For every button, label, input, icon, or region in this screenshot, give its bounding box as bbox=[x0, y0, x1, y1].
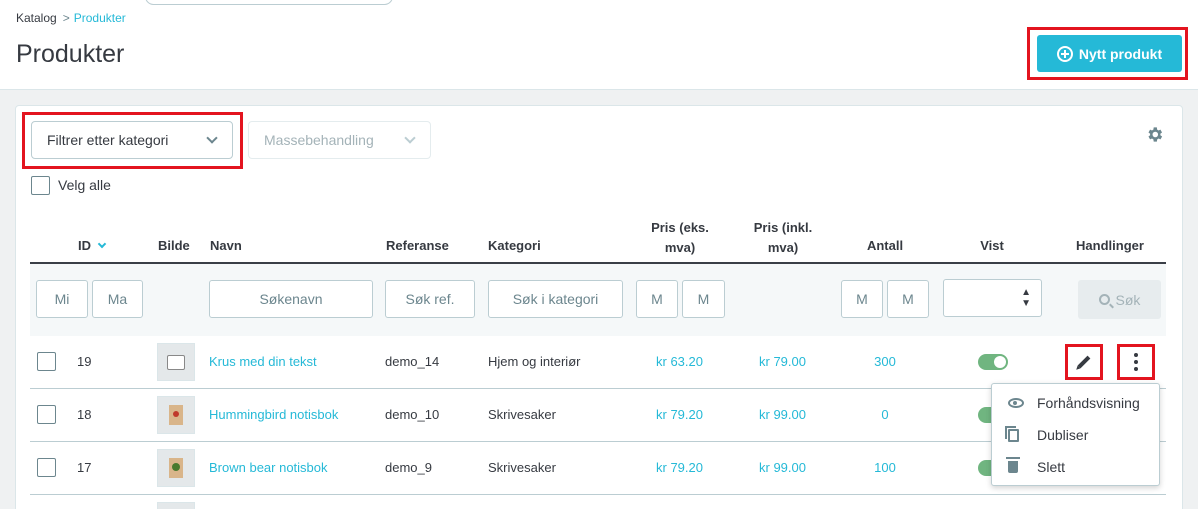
row-price-excl[interactable]: kr 63.20 bbox=[656, 354, 703, 369]
column-id-label: ID bbox=[78, 238, 91, 253]
row-quantity[interactable]: 100 bbox=[865, 460, 905, 475]
new-product-label: Nytt produkt bbox=[1078, 45, 1163, 62]
select-arrows-icon: ▲ ▼ bbox=[1021, 287, 1031, 309]
reference-search-input[interactable]: Søk ref. bbox=[385, 280, 475, 318]
kebab-menu-icon bbox=[1134, 353, 1138, 371]
page-title: Produkter bbox=[16, 40, 125, 68]
row-category: Skrivesaker bbox=[488, 460, 556, 475]
column-actions: Handlinger bbox=[1076, 238, 1144, 253]
row-reference: demo_9 bbox=[385, 460, 432, 475]
bulk-actions-dropdown[interactable]: Massebehandling bbox=[248, 121, 431, 159]
search-button-label: Søk bbox=[1115, 291, 1141, 308]
menu-item-label: Forhåndsvisning bbox=[1037, 395, 1140, 411]
sort-chevron-icon[interactable] bbox=[97, 239, 107, 249]
category-search-input[interactable]: Søk i kategori bbox=[488, 280, 623, 318]
price-min-input[interactable]: M bbox=[636, 280, 678, 318]
bulk-actions-label: Massebehandling bbox=[264, 132, 374, 148]
row-quantity[interactable]: 300 bbox=[865, 354, 905, 369]
table-row[interactable]: 19 Krus med din tekst demo_14 Hjem og in… bbox=[30, 336, 1166, 389]
filter-category-label: Filtrer etter kategori bbox=[47, 132, 169, 148]
breadcrumb-separator: > bbox=[62, 11, 70, 25]
select-all-checkbox[interactable] bbox=[31, 176, 50, 195]
column-reference[interactable]: Referanse bbox=[386, 236, 449, 256]
pencil-icon bbox=[1077, 355, 1091, 369]
product-name-link[interactable]: Krus med din tekst bbox=[209, 354, 317, 369]
column-category[interactable]: Kategori bbox=[488, 236, 541, 256]
column-price-excl[interactable]: Pris (eks. mva) bbox=[630, 218, 730, 258]
column-price-incl-line2: mva) bbox=[767, 240, 799, 255]
row-id: 18 bbox=[77, 407, 92, 422]
row-id: 17 bbox=[77, 460, 92, 475]
header-search-input[interactable] bbox=[145, 0, 393, 5]
column-price-incl-line1: Pris (inkl. bbox=[753, 220, 813, 235]
column-price-excl-line1: Pris (eks. bbox=[651, 220, 709, 235]
row-checkbox[interactable] bbox=[37, 352, 56, 371]
eye-icon bbox=[1008, 398, 1024, 408]
id-max-input[interactable]: Ma bbox=[92, 280, 143, 318]
product-name-link[interactable]: Brown bear notisbok bbox=[209, 460, 328, 475]
trash-icon bbox=[1006, 457, 1020, 473]
row-price-excl[interactable]: kr 79.20 bbox=[656, 407, 703, 422]
product-thumbnail[interactable] bbox=[157, 449, 195, 487]
menu-item-duplicate[interactable]: Dubliser bbox=[992, 420, 1159, 450]
row-price-incl[interactable]: kr 99.00 bbox=[759, 407, 806, 422]
chevron-down-icon bbox=[206, 132, 218, 144]
shown-filter-select[interactable]: ▲ ▼ bbox=[943, 279, 1042, 317]
row-category: Skrivesaker bbox=[488, 407, 556, 422]
column-name[interactable]: Navn bbox=[210, 236, 242, 256]
row-reference: demo_10 bbox=[385, 407, 440, 422]
product-name-link[interactable]: Hummingbird notisbok bbox=[209, 407, 338, 422]
row-id: 19 bbox=[77, 354, 92, 369]
copy-icon bbox=[1005, 425, 1019, 442]
chevron-down-icon bbox=[404, 132, 416, 144]
column-id[interactable]: ID bbox=[78, 236, 107, 256]
menu-item-label: Slett bbox=[1037, 459, 1066, 475]
notebook-image bbox=[169, 405, 183, 425]
page-header: Katalog > Produkter Produkter bbox=[0, 0, 1198, 90]
menu-item-preview[interactable]: Forhåndsvisning bbox=[992, 388, 1159, 418]
breadcrumb: Katalog > Produkter bbox=[16, 11, 126, 25]
more-actions-button[interactable] bbox=[1120, 346, 1152, 378]
price-max-input[interactable]: M bbox=[682, 280, 725, 318]
menu-item-label: Dubliser bbox=[1037, 427, 1089, 443]
row-reference: demo_14 bbox=[385, 354, 440, 369]
product-thumbnail[interactable] bbox=[157, 396, 195, 434]
breadcrumb-current[interactable]: Produkter bbox=[74, 11, 126, 25]
row-price-incl[interactable]: kr 79.00 bbox=[759, 354, 806, 369]
row-checkbox[interactable] bbox=[37, 405, 56, 424]
filter-category-dropdown[interactable]: Filtrer etter kategori bbox=[31, 121, 233, 159]
search-icon bbox=[1098, 294, 1110, 305]
gear-icon[interactable] bbox=[1145, 125, 1164, 144]
name-search-input[interactable]: Søkenavn bbox=[209, 280, 373, 318]
row-checkbox[interactable] bbox=[37, 458, 56, 477]
edit-button[interactable] bbox=[1068, 346, 1100, 378]
column-shown[interactable]: Vist bbox=[952, 236, 1032, 256]
new-product-button[interactable]: Nytt produkt bbox=[1037, 35, 1182, 72]
row-quantity[interactable]: 0 bbox=[865, 407, 905, 422]
add-circle-icon bbox=[1056, 45, 1073, 62]
row-price-excl[interactable]: kr 79.20 bbox=[656, 460, 703, 475]
breadcrumb-parent[interactable]: Katalog bbox=[16, 11, 57, 25]
product-thumbnail[interactable] bbox=[157, 343, 195, 381]
id-min-input[interactable]: Mi bbox=[36, 280, 88, 318]
quantity-min-input[interactable]: M bbox=[841, 280, 883, 318]
column-price-excl-line2: mva) bbox=[664, 240, 696, 255]
mug-image bbox=[167, 354, 185, 370]
row-actions-menu: Forhåndsvisning Dubliser Slett bbox=[991, 383, 1160, 486]
column-quantity[interactable]: Antall bbox=[835, 236, 935, 256]
select-all-label: Velg alle bbox=[58, 177, 111, 193]
search-button[interactable]: Søk bbox=[1078, 280, 1161, 319]
product-thumbnail[interactable] bbox=[157, 502, 195, 509]
row-price-incl[interactable]: kr 99.00 bbox=[759, 460, 806, 475]
column-price-incl[interactable]: Pris (inkl. mva) bbox=[733, 218, 833, 258]
shown-toggle[interactable] bbox=[978, 354, 1008, 370]
table-row[interactable] bbox=[30, 495, 1166, 509]
column-image: Bilde bbox=[158, 238, 190, 253]
quantity-max-input[interactable]: M bbox=[887, 280, 929, 318]
row-category: Hjem og interiør bbox=[488, 354, 581, 369]
notebook-image bbox=[169, 458, 183, 478]
menu-item-delete[interactable]: Slett bbox=[992, 452, 1159, 482]
